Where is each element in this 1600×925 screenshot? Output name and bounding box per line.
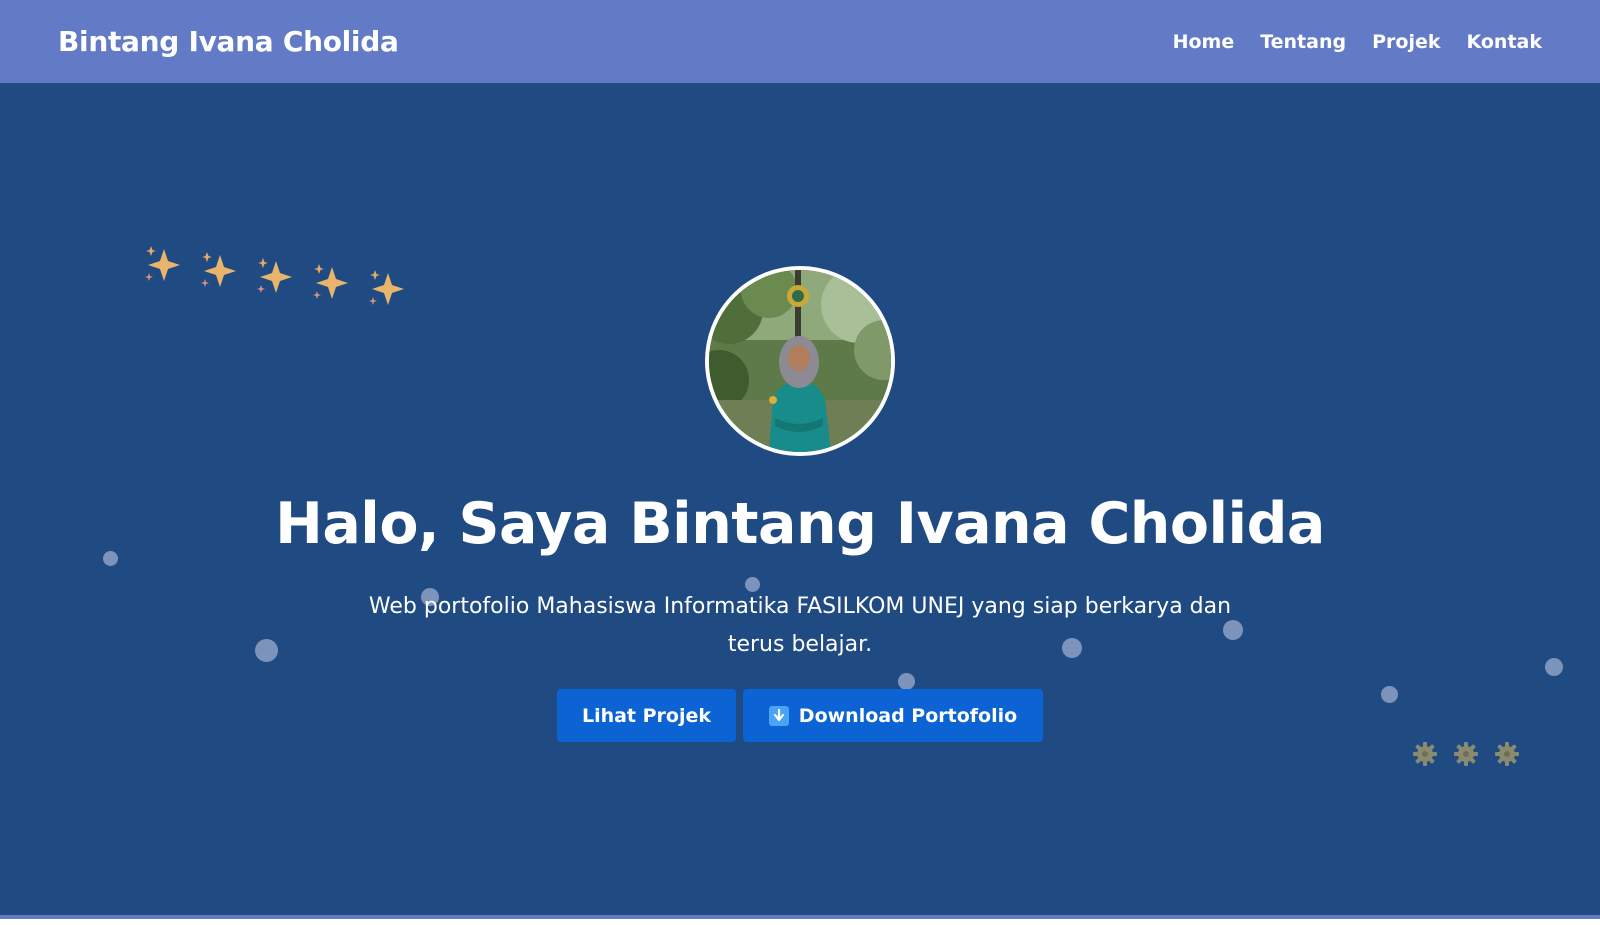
hero-subtitle: Web portofolio Mahasiswa Informatika FAS… xyxy=(368,594,1232,657)
nav-link-projek[interactable]: Projek xyxy=(1372,31,1440,53)
view-projects-label: Lihat Projek xyxy=(581,704,712,727)
floating-dot xyxy=(898,673,915,690)
sparkle-icon xyxy=(201,252,236,287)
gears-decoration xyxy=(1410,739,1530,773)
hero-title: Halo, Saya Bintang Ivana Cholida xyxy=(275,491,1325,557)
navbar: Bintang Ivana Cholida Home Tentang Proje… xyxy=(0,0,1600,83)
gear-icon xyxy=(1495,742,1519,766)
sparkle-icon xyxy=(369,270,404,305)
profile-photo-image xyxy=(709,270,891,452)
nav-link-tentang[interactable]: Tentang xyxy=(1260,31,1346,53)
nav-link-kontak[interactable]: Kontak xyxy=(1466,31,1542,53)
sparkle-icon xyxy=(313,264,348,299)
site-brand[interactable]: Bintang Ivana Cholida xyxy=(58,25,399,58)
floating-dot xyxy=(1545,658,1563,676)
floating-dot xyxy=(255,639,278,662)
page-bottom xyxy=(0,919,1600,925)
nav-link-home[interactable]: Home xyxy=(1173,31,1235,53)
download-portfolio-button[interactable]: Download Portofolio xyxy=(743,689,1043,742)
hero-buttons: Lihat Projek Download Portofolio xyxy=(557,689,1043,742)
gear-icon xyxy=(1413,742,1437,766)
view-projects-button[interactable]: Lihat Projek xyxy=(557,689,736,742)
sparkles-decoration xyxy=(142,243,422,305)
gear-icon xyxy=(1454,742,1478,766)
nav-links: Home Tentang Projek Kontak xyxy=(1173,31,1542,53)
profile-photo xyxy=(705,266,895,456)
floating-dot xyxy=(1381,686,1398,703)
down-arrow-icon xyxy=(768,705,789,726)
hero-section: Halo, Saya Bintang Ivana Cholida Web por… xyxy=(0,83,1600,915)
sparkle-icon xyxy=(145,246,180,281)
download-portfolio-label: Download Portofolio xyxy=(798,704,1018,727)
sparkle-icon xyxy=(257,258,292,293)
